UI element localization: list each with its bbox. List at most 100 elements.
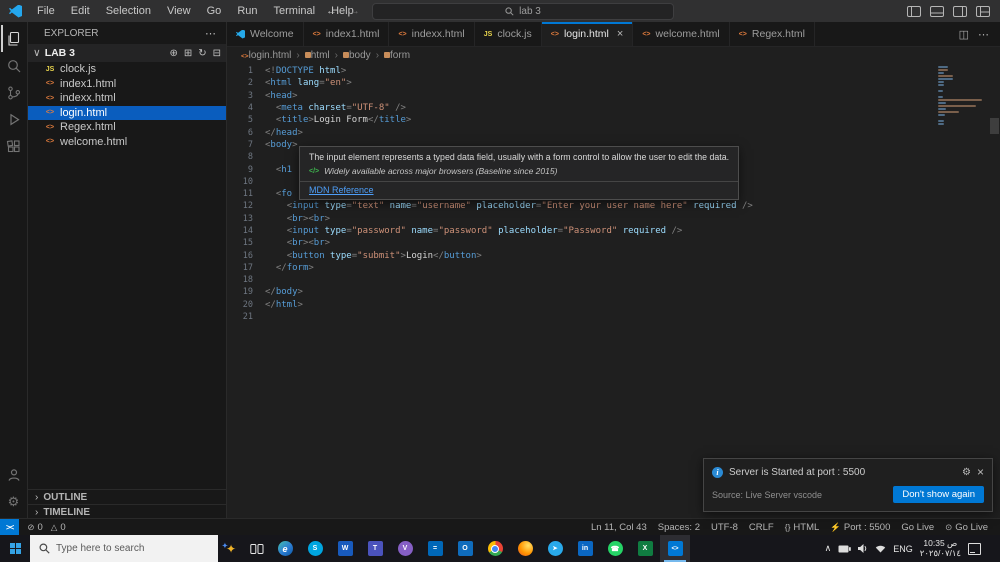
taskbar-clock[interactable]: 10:35 ص ٢٠٢٥/٠٧/١٤	[920, 538, 961, 558]
explorer-icon[interactable]	[1, 25, 27, 52]
file-item-clock-js[interactable]: JS clock.js	[28, 62, 226, 77]
menu-file[interactable]: File	[29, 5, 63, 17]
file-item-regex-html[interactable]: <> Regex.html	[28, 120, 226, 135]
taskbar-app-firefox[interactable]	[510, 535, 540, 562]
menu-selection[interactable]: Selection	[98, 5, 159, 17]
code-text[interactable]: <!DOCTYPE html>	[265, 66, 346, 76]
editor-scrollbar[interactable]	[990, 118, 999, 134]
code-text[interactable]: <br><br>	[265, 214, 330, 224]
collapse-all-icon[interactable]: ⊟	[213, 48, 221, 59]
breadcrumb-item-html[interactable]: html	[304, 50, 330, 61]
tab-regex-html[interactable]: <> Regex.html	[729, 22, 816, 46]
code-text[interactable]: <input type="password" name="password" p…	[265, 226, 683, 236]
status-error-circle[interactable]: ⊘ 0	[27, 519, 42, 535]
breadcrumb-item-form[interactable]: form	[384, 50, 410, 61]
line-number[interactable]: 11	[227, 189, 253, 199]
breadcrumb-item-login-html[interactable]: <>login.html	[241, 50, 291, 61]
outline-section[interactable]: › OUTLINE	[28, 489, 226, 504]
taskbar-app-chrome[interactable]	[480, 535, 510, 562]
search-view-icon[interactable]	[1, 52, 27, 79]
account-icon[interactable]	[1, 461, 27, 488]
toggle-sidebar-icon[interactable]	[907, 5, 921, 17]
status-remote[interactable]: ><	[0, 519, 20, 535]
line-number[interactable]: 14	[227, 226, 253, 236]
line-number[interactable]: 7	[227, 140, 253, 150]
line-number[interactable]: 6	[227, 128, 253, 138]
line-number[interactable]: 10	[227, 177, 253, 187]
language-indicator[interactable]: ENG	[893, 544, 913, 554]
menu-view[interactable]: View	[159, 5, 199, 17]
line-number[interactable]: 19	[227, 287, 253, 297]
menu-edit[interactable]: Edit	[63, 5, 98, 17]
taskbar-app-visual-studio[interactable]: V	[390, 535, 420, 562]
line-number[interactable]: 5	[227, 115, 253, 125]
status-broadcast[interactable]: ⊙ Go Live	[945, 522, 988, 533]
editor-more-actions-icon[interactable]: ⋯	[978, 28, 989, 41]
tray-chevron-icon[interactable]: ∧	[825, 543, 832, 554]
status-crlf[interactable]: CRLF	[749, 522, 774, 533]
code-text[interactable]: <body>	[265, 140, 298, 150]
folder-lab-3[interactable]: ∨ LAB 3 ⊕ ⊞ ↻ ⊟	[28, 44, 226, 62]
mdn-reference-link[interactable]: MDN Reference	[300, 181, 739, 199]
status-warning-triangle[interactable]: △ 0	[51, 519, 66, 535]
toggle-panel-icon[interactable]	[930, 5, 944, 17]
timeline-section[interactable]: › TIMELINE	[28, 504, 226, 519]
line-number[interactable]: 2	[227, 78, 253, 88]
tab-index1-html[interactable]: <> index1.html	[303, 22, 390, 46]
code-text[interactable]: </html>	[265, 300, 303, 310]
tab-login-html[interactable]: <> login.html ×	[541, 22, 634, 46]
wifi-icon[interactable]	[875, 544, 886, 553]
menu-go[interactable]: Go	[199, 5, 230, 17]
code-text[interactable]: <title>Login Form</title>	[265, 115, 411, 125]
tab-welcome[interactable]: Welcome	[227, 22, 304, 46]
taskbar-app-excel[interactable]: X	[630, 535, 660, 562]
code-text[interactable]: <html lang="en">	[265, 78, 352, 88]
tab-close-icon[interactable]: ×	[617, 28, 623, 40]
code-text[interactable]: </body>	[265, 287, 303, 297]
minimap[interactable]	[938, 66, 986, 129]
line-number[interactable]: 16	[227, 251, 253, 261]
line-number[interactable]: 12	[227, 201, 253, 211]
line-number[interactable]: 18	[227, 275, 253, 285]
taskbar-app-word[interactable]: W	[330, 535, 360, 562]
dont-show-again-button[interactable]: Don't show again	[893, 486, 984, 503]
code-text[interactable]: <input type="text" name="username" place…	[265, 201, 753, 211]
line-number[interactable]: 17	[227, 263, 253, 273]
notification-settings-icon[interactable]: ⚙	[962, 467, 971, 478]
settings-gear-icon[interactable]: ⚙	[1, 488, 27, 515]
file-item-indexx-html[interactable]: <> indexx.html	[28, 91, 226, 106]
breadcrumb-item-body[interactable]: body	[343, 50, 371, 61]
code-editor[interactable]: 1 <!DOCTYPE html> 2 <html lang="en"> 3 <head>…	[227, 62, 1000, 519]
code-text[interactable]: <h1	[265, 165, 292, 175]
taskbar-app-outlook[interactable]: O	[450, 535, 480, 562]
code-text[interactable]: <br><br>	[265, 238, 330, 248]
taskbar-app-whatsapp[interactable]: ☎	[600, 535, 630, 562]
taskbar-app-teams[interactable]: T	[360, 535, 390, 562]
taskbar-app-telegram[interactable]: ➤	[540, 535, 570, 562]
tab-welcome-html[interactable]: <> welcome.html	[633, 22, 730, 46]
status-spaces-2[interactable]: Spaces: 2	[658, 522, 700, 533]
line-number[interactable]: 9	[227, 165, 253, 175]
speaker-icon[interactable]	[858, 544, 868, 553]
code-text[interactable]: </head>	[265, 128, 303, 138]
customize-layout-icon[interactable]	[976, 5, 990, 17]
status-utf-8[interactable]: UTF-8	[711, 522, 738, 533]
file-item-login-html[interactable]: <> login.html	[28, 105, 226, 120]
taskbar-app-linkedin[interactable]: in	[570, 535, 600, 562]
taskbar-app-vscode[interactable]: <>	[660, 535, 690, 562]
run-debug-icon[interactable]	[1, 106, 27, 133]
start-button[interactable]	[0, 535, 30, 562]
file-item-welcome-html[interactable]: <> welcome.html	[28, 135, 226, 150]
line-number[interactable]: 20	[227, 300, 253, 310]
status-braces[interactable]: {} HTML	[785, 522, 820, 533]
line-number[interactable]: 15	[227, 238, 253, 248]
line-number[interactable]: 13	[227, 214, 253, 224]
source-control-icon[interactable]	[1, 79, 27, 106]
command-center-search[interactable]: lab 3	[372, 2, 674, 20]
status-ln-11-col-43[interactable]: Ln 11, Col 43	[591, 522, 647, 533]
code-text[interactable]: </form>	[265, 263, 314, 273]
task-view-icon[interactable]	[244, 543, 270, 555]
line-number[interactable]: 4	[227, 103, 253, 113]
explorer-more-actions-icon[interactable]: ⋯	[205, 27, 216, 40]
taskbar-app-skype[interactable]: S	[300, 535, 330, 562]
